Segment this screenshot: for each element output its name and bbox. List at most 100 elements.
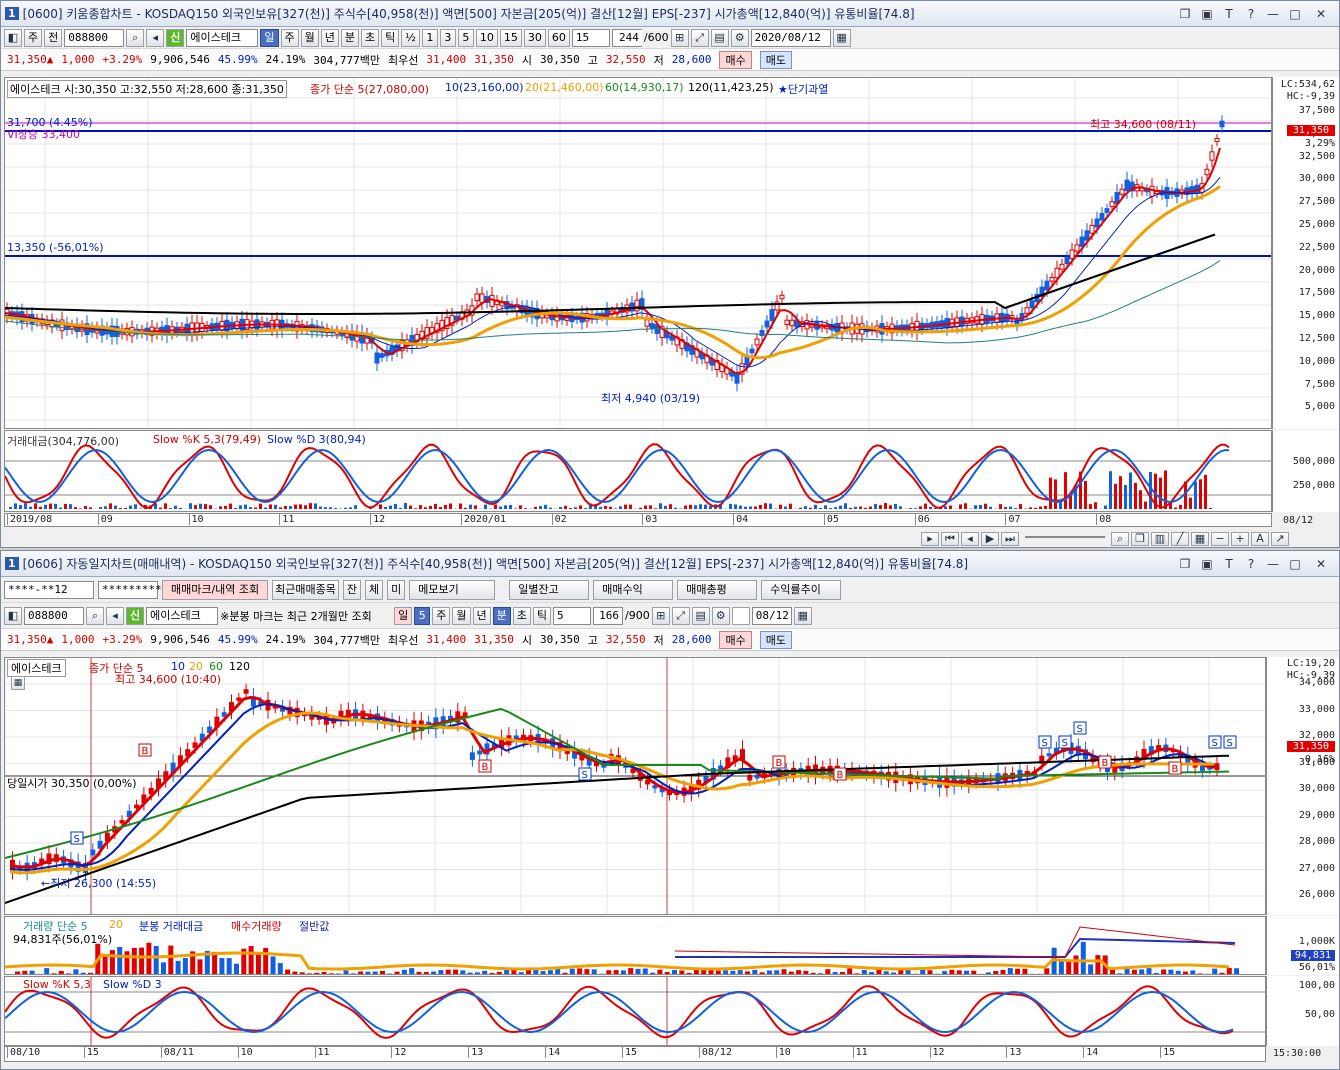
gear-icon[interactable]: ⚙ (711, 606, 730, 625)
tab-tick[interactable]: 틱 (532, 606, 551, 625)
tab-day[interactable]: 일 (394, 606, 413, 625)
tab-year[interactable]: 년 (320, 28, 339, 47)
help-icon[interactable]: ? (1241, 555, 1261, 573)
play-icon[interactable]: ▶ (981, 531, 999, 546)
maximize-icon[interactable]: □ (1285, 5, 1305, 23)
tool-icon[interactable]: ⤢ (671, 606, 690, 625)
calendar-icon[interactable]: ▦ (793, 606, 812, 625)
scroll-left-icon[interactable]: ▸ (921, 531, 939, 546)
last-icon[interactable]: ⏭ (1001, 531, 1019, 546)
mark-query-button[interactable]: 매매마크/내역 조회 (162, 579, 269, 600)
stock-code-input[interactable]: 088800 (24, 606, 84, 625)
line-icon[interactable]: ╱ (1171, 531, 1189, 546)
tab-year[interactable]: 년 (472, 606, 491, 625)
num-15[interactable]: 15 (499, 28, 522, 47)
return-trend-button[interactable]: 수익률추이 (761, 579, 842, 600)
prev-page-icon[interactable]: ◂ (961, 531, 979, 546)
top-sub-chart[interactable]: 거래대금(304,776,00) Slow %K 5,3(79,49) Slow… (4, 430, 1272, 512)
bottom-price-chart[interactable]: BBSSBBBBSSSSS 에이스테크 종가 단순 5 10 20 60 120… (4, 657, 1266, 915)
chart-menu-icon[interactable]: ◧ (4, 28, 22, 47)
num-1[interactable]: 1 (421, 28, 438, 47)
arrow-icon[interactable]: ↗ (1271, 531, 1289, 546)
count-input[interactable]: 244 (611, 28, 642, 47)
count-input[interactable]: 166 (593, 606, 623, 625)
tool-icon[interactable]: ⤢ (690, 28, 709, 47)
tab-month[interactable]: 월 (300, 28, 319, 47)
tab-minute[interactable]: 분 (492, 606, 511, 625)
minus-icon[interactable]: − (1211, 531, 1229, 546)
sell-button[interactable]: 매도 (759, 630, 792, 649)
tile-icon[interactable]: ▣ (1197, 555, 1217, 573)
grid-icon[interactable]: ⊞ (670, 28, 689, 47)
unit-select[interactable]: 15 (571, 28, 610, 47)
bottom-stoch-chart[interactable]: Slow %K 5,3 Slow %D 3 (4, 976, 1266, 1046)
zoom-slider[interactable] (1025, 535, 1105, 542)
day-count[interactable]: 5 (414, 606, 431, 625)
sound-icon[interactable]: ◂ (146, 28, 165, 47)
num-10[interactable]: 10 (475, 28, 498, 47)
date-input[interactable]: 2020/08/12 (750, 28, 831, 47)
pin-icon[interactable]: T (1219, 555, 1239, 573)
plus-icon[interactable]: + (1231, 531, 1249, 546)
tab-week[interactable]: 주 (280, 28, 299, 47)
tab-week[interactable]: 주 (432, 606, 451, 625)
memo-button[interactable]: 메모보기 (409, 579, 496, 600)
bar-icon[interactable]: ▥ (1151, 531, 1169, 546)
stock-code-input[interactable]: 088800 (64, 28, 125, 47)
tab-month[interactable]: 월 (452, 606, 471, 625)
tab-tick[interactable]: 틱 (381, 28, 400, 47)
unit-select[interactable]: 5 (553, 606, 591, 625)
search-icon[interactable]: ⌕ (126, 28, 145, 47)
tab-second[interactable]: 초 (361, 28, 380, 47)
balance-button[interactable]: 잔 (342, 579, 362, 600)
bottom-volume-chart[interactable]: 거래량 단순 5 20 분봉 거래대금 매수거래량 절반값 94,831주(56… (4, 916, 1266, 975)
copy-icon[interactable]: ❐ (1131, 531, 1149, 546)
date-input[interactable]: 08/12 (751, 606, 792, 625)
num-3[interactable]: 3 (439, 28, 456, 47)
prev-button[interactable]: 전 (44, 28, 63, 47)
top-price-chart[interactable]: 에이스테크 시:30,350 고:32,550 저:28,600 종:31,35… (4, 77, 1272, 429)
half-button[interactable]: ½ (401, 28, 420, 47)
password-input[interactable]: ********* (98, 580, 162, 599)
account-select[interactable]: ****-**12 (4, 580, 94, 599)
zoom-icon[interactable]: ⌕ (1111, 531, 1129, 546)
close-icon[interactable]: ✕ (1307, 5, 1335, 23)
buy-button[interactable]: 매수 (719, 630, 752, 649)
minimize-icon[interactable]: — (1263, 5, 1283, 23)
grid-icon[interactable]: ⊞ (651, 606, 670, 625)
chart-menu-icon[interactable]: ◧ (4, 606, 22, 625)
sound-icon[interactable]: ◂ (106, 606, 124, 625)
num-30[interactable]: 30 (523, 28, 546, 47)
executed-button[interactable]: 체 (365, 579, 384, 600)
sell-button[interactable]: 매도 (759, 50, 792, 69)
unfilled-button[interactable]: 미 (387, 579, 406, 600)
calendar-icon[interactable]: ▦ (832, 28, 851, 47)
save-icon[interactable]: ▤ (710, 28, 729, 47)
num-60[interactable]: 60 (547, 28, 570, 47)
num-5[interactable]: 5 (457, 28, 474, 47)
save-icon[interactable]: ▤ (691, 606, 710, 625)
tab-minute[interactable]: 분 (340, 28, 359, 47)
tab-day[interactable]: 일 (260, 28, 279, 47)
maximize-icon[interactable]: □ (1285, 555, 1305, 573)
daily-balance-button[interactable]: 일별잔고 (509, 579, 590, 600)
period-select[interactable]: 주 (24, 28, 43, 47)
trade-summary-button[interactable]: 매매총평 (677, 579, 758, 600)
recent-trades-button[interactable]: 최근매매종목 (272, 579, 339, 600)
trade-profit-button[interactable]: 매매수익 (593, 579, 674, 600)
search-icon[interactable]: ⌕ (86, 606, 104, 625)
tab-second[interactable]: 초 (512, 606, 531, 625)
date-checkbox[interactable] (731, 606, 750, 625)
grid2-icon[interactable]: ▦ (1191, 531, 1209, 546)
gear-icon[interactable]: ⚙ (730, 28, 749, 47)
first-icon[interactable]: ⏮ (941, 531, 959, 546)
restore-icon[interactable]: ❐ (1175, 555, 1195, 573)
help-icon[interactable]: ? (1241, 5, 1261, 23)
table-icon[interactable]: ▦ (11, 676, 25, 690)
buy-button[interactable]: 매수 (719, 50, 752, 69)
pin-icon[interactable]: T (1219, 5, 1239, 23)
tile-icon[interactable]: ▣ (1197, 5, 1217, 23)
close-icon[interactable]: ✕ (1307, 555, 1335, 573)
minimize-icon[interactable]: — (1263, 555, 1283, 573)
font-icon[interactable]: A (1251, 531, 1269, 546)
